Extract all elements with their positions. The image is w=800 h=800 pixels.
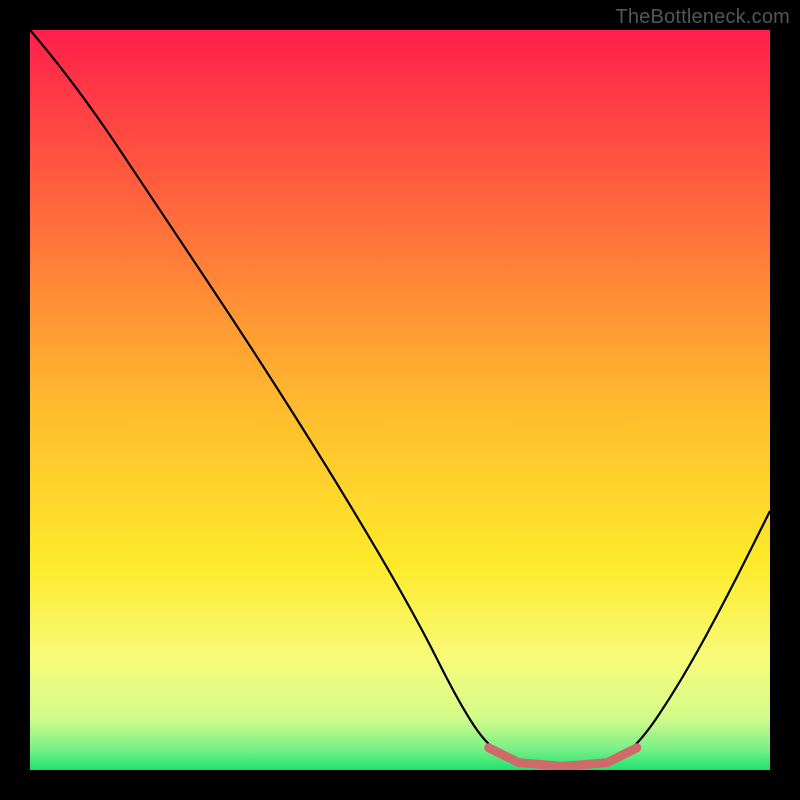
chart-background	[30, 30, 770, 770]
plot-area	[30, 30, 770, 770]
chart-svg	[30, 30, 770, 770]
watermark: TheBottleneck.com	[615, 6, 790, 29]
